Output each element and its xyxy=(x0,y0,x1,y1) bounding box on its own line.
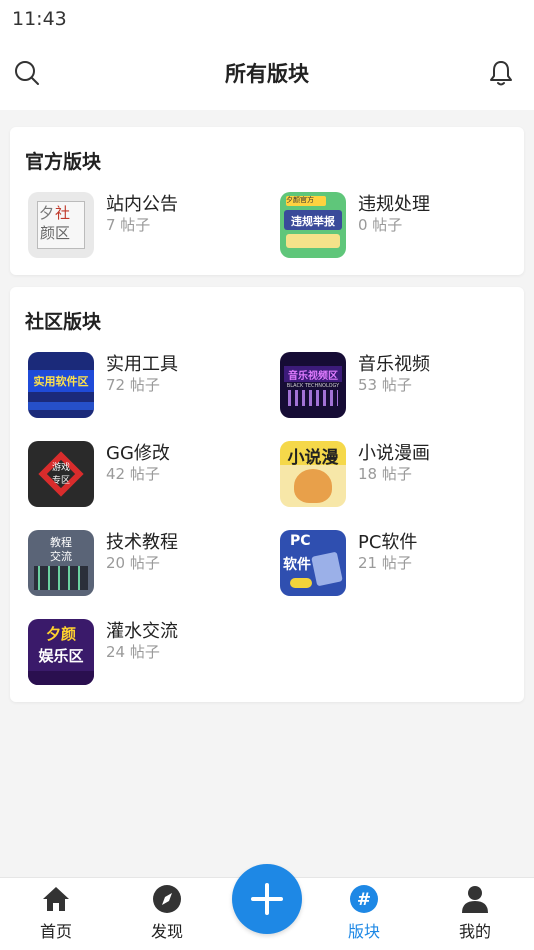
forum-item-announcements[interactable]: 夕 社 颜区 站内公告 7 帖子 xyxy=(28,192,268,262)
forum-item-music-video[interactable]: 音乐视频区 BLACK TECHNOLOGY 音乐视频 53 帖子 xyxy=(280,352,520,422)
forum-name: PC软件 xyxy=(358,532,418,553)
status-time: 11:43 xyxy=(12,8,67,30)
forum-name: 违规处理 xyxy=(358,194,430,215)
forum-item-tutorials[interactable]: 教程 交流 技术教程 20 帖子 xyxy=(28,530,268,600)
forum-name: 站内公告 xyxy=(106,194,178,215)
forum-thumbnail: 夕 社 颜区 xyxy=(28,192,94,258)
nav-label: 首页 xyxy=(39,922,72,941)
forum-item-violations[interactable]: 夕颜官方 违规举报 违规处理 0 帖子 xyxy=(280,192,520,262)
forum-item-chat[interactable]: 夕颜 娱乐区 灌水交流 24 帖子 xyxy=(28,619,268,689)
forum-thumbnail: 教程 交流 xyxy=(28,530,94,596)
forum-post-count: 24 帖子 xyxy=(106,643,160,661)
section-title: 社区版块 xyxy=(25,311,102,333)
forum-name: 实用工具 xyxy=(106,354,178,375)
svg-text:#: # xyxy=(357,890,371,910)
status-bar: 11:43 xyxy=(0,0,534,38)
forum-item-tools[interactable]: 实用软件区 实用工具 72 帖子 xyxy=(28,352,268,422)
forum-name: 音乐视频 xyxy=(358,354,430,375)
forum-name: 灌水交流 xyxy=(106,621,178,642)
forum-post-count: 18 帖子 xyxy=(358,465,412,483)
forum-post-count: 21 帖子 xyxy=(358,554,412,572)
forum-post-count: 42 帖子 xyxy=(106,465,160,483)
forum-post-count: 72 帖子 xyxy=(106,376,160,394)
nav-forums[interactable]: # 版块 xyxy=(324,878,404,950)
forum-post-count: 0 帖子 xyxy=(358,216,403,234)
nav-label: 版块 xyxy=(347,922,380,941)
forum-post-count: 53 帖子 xyxy=(358,376,412,394)
official-forums-card: 官方版块 夕 社 颜区 站内公告 7 帖子 夕颜官方 违规举报 违规处理 0 帖… xyxy=(10,127,524,275)
forum-name: 技术教程 xyxy=(106,532,178,553)
forum-thumbnail: PC 软件 xyxy=(280,530,346,596)
forum-item-gg-modify[interactable]: 游戏 专区 GG修改 42 帖子 xyxy=(28,441,268,511)
forum-post-count: 20 帖子 xyxy=(106,554,160,572)
compass-icon xyxy=(153,885,181,913)
forum-item-novel-comic[interactable]: 小说漫 小说漫画 18 帖子 xyxy=(280,441,520,511)
community-forums-card: 社区版块 实用软件区 实用工具 72 帖子 音乐视频区 BLACK TECHNO… xyxy=(10,287,524,702)
user-icon xyxy=(462,886,488,913)
forum-item-pc-software[interactable]: PC 软件 PC软件 21 帖子 xyxy=(280,530,520,600)
bell-icon[interactable] xyxy=(486,58,516,88)
forum-thumbnail: 夕颜 娱乐区 xyxy=(28,619,94,685)
nav-label: 发现 xyxy=(150,922,183,941)
forum-thumbnail: 游戏 专区 xyxy=(28,441,94,507)
forum-thumbnail: 小说漫 xyxy=(280,441,346,507)
nav-profile[interactable]: 我的 xyxy=(435,878,515,950)
page-title: 所有版块 xyxy=(225,62,309,86)
forum-thumbnail: 夕颜官方 违规举报 xyxy=(280,192,346,258)
forum-name: 小说漫画 xyxy=(358,443,430,464)
forum-thumbnail: 音乐视频区 BLACK TECHNOLOGY xyxy=(280,352,346,418)
section-title: 官方版块 xyxy=(25,151,102,173)
nav-home[interactable]: 首页 xyxy=(16,878,96,950)
forum-thumbnail: 实用软件区 xyxy=(28,352,94,418)
create-post-button[interactable] xyxy=(232,864,302,934)
forum-name: GG修改 xyxy=(106,443,170,464)
nav-label: 我的 xyxy=(458,922,491,941)
forum-post-count: 7 帖子 xyxy=(106,216,151,234)
hash-icon: # xyxy=(350,885,378,913)
app-header: 所有版块 xyxy=(0,38,534,110)
nav-discover[interactable]: 发现 xyxy=(127,878,207,950)
plus-icon xyxy=(251,883,283,915)
home-icon xyxy=(43,887,69,911)
